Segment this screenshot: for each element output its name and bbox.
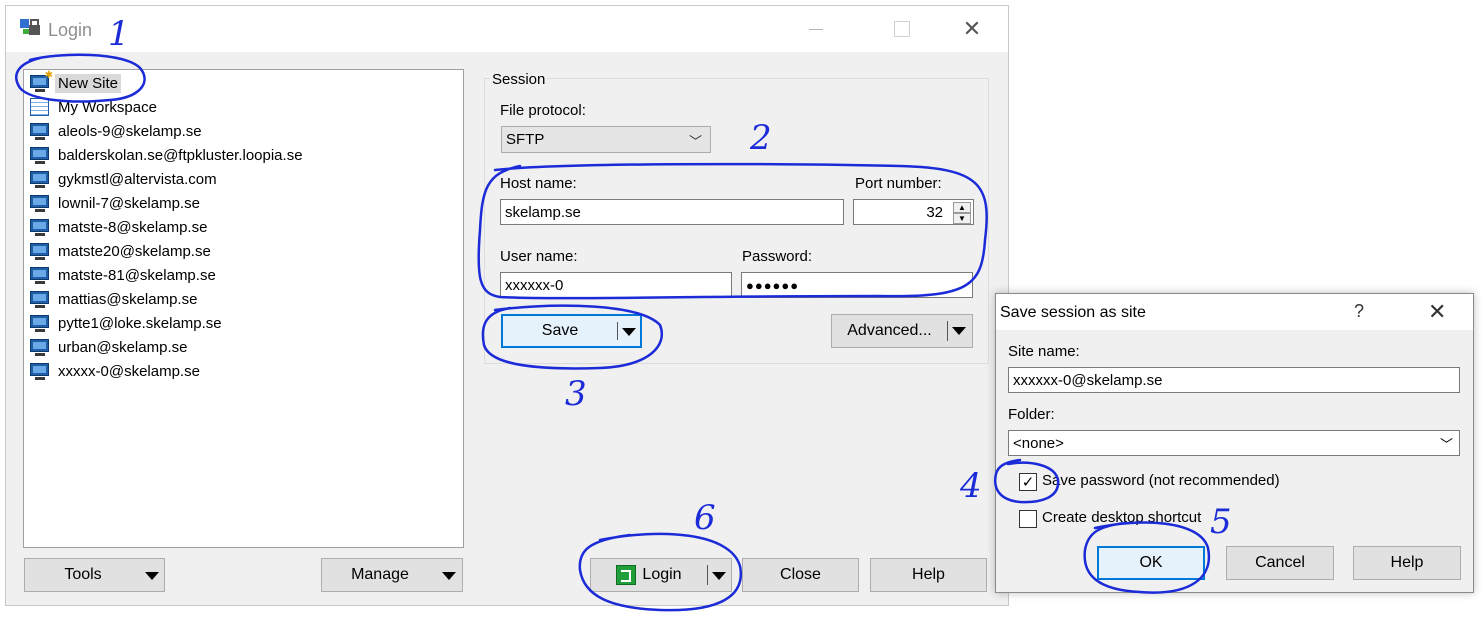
ink-number-6: 6	[694, 498, 716, 538]
ink-circle-host-fields	[477, 162, 988, 300]
ink-circle-login	[578, 532, 743, 612]
ink-number-1: 1	[108, 14, 130, 54]
ink-number-3: 3	[565, 374, 587, 414]
ink-circle-ok	[1083, 521, 1211, 594]
ink-circle-save	[481, 304, 663, 370]
ink-number-4: 4	[960, 466, 982, 506]
ink-number-5: 5	[1210, 502, 1232, 542]
ink-number-2: 2	[750, 118, 772, 158]
ink-circle-checkbox	[994, 458, 1060, 504]
ink-annotations	[15, 53, 1211, 612]
ink-circle-new-site	[15, 53, 146, 103]
